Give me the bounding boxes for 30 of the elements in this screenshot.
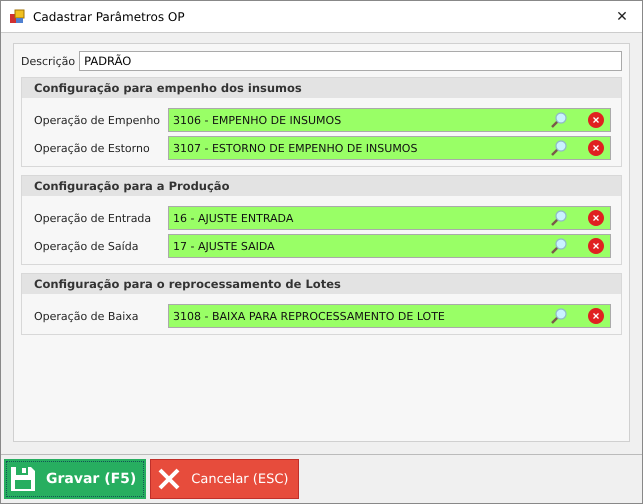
- operation-field[interactable]: 16 - AJUSTE ENTRADA: [168, 206, 611, 230]
- clear-icon[interactable]: [588, 308, 604, 324]
- operation-field[interactable]: 3108 - BAIXA PARA REPROCESSAMENTO DE LOTE: [168, 304, 611, 328]
- clear-icon[interactable]: [588, 112, 604, 128]
- operation-field[interactable]: 17 - AJUSTE SAIDA: [168, 234, 611, 258]
- app-icon: [9, 8, 25, 24]
- search-icon[interactable]: [550, 111, 568, 129]
- search-icon[interactable]: [550, 307, 568, 325]
- field-label: Operação de Baixa: [33, 310, 140, 322]
- window-title: Cadastrar Parâmetros OP: [33, 10, 186, 24]
- field-label: Operação de Saída: [33, 240, 140, 252]
- field-label: Operação de Estorno: [33, 142, 151, 154]
- field-label: Operação de Entrada: [33, 212, 152, 224]
- group-header: Configuração para o reprocessamento de Lotes: [22, 274, 621, 294]
- clear-icon[interactable]: [588, 210, 604, 226]
- close-button[interactable]: ✕: [602, 8, 642, 24]
- group-header: Configuração para a Produção: [22, 176, 621, 196]
- cancel-button[interactable]: Cancelar (ESC): [150, 459, 300, 499]
- search-icon[interactable]: [550, 139, 568, 157]
- search-icon[interactable]: [550, 209, 568, 227]
- search-icon[interactable]: [550, 237, 568, 255]
- clear-icon[interactable]: [588, 238, 604, 254]
- operation-field[interactable]: 3106 - EMPENHO DE INSUMOS: [168, 108, 611, 132]
- clear-icon[interactable]: [588, 140, 604, 156]
- field-label: Descrição: [21, 54, 76, 68]
- operation-field[interactable]: 3107 - ESTORNO DE EMPENHO DE INSUMOS: [168, 136, 611, 160]
- description-field[interactable]: PADRÃO: [79, 51, 622, 71]
- group-header: Configuração para empenho dos insumos: [22, 78, 621, 98]
- field-label: Operação de Empenho: [33, 114, 162, 126]
- close-icon: [157, 467, 182, 491]
